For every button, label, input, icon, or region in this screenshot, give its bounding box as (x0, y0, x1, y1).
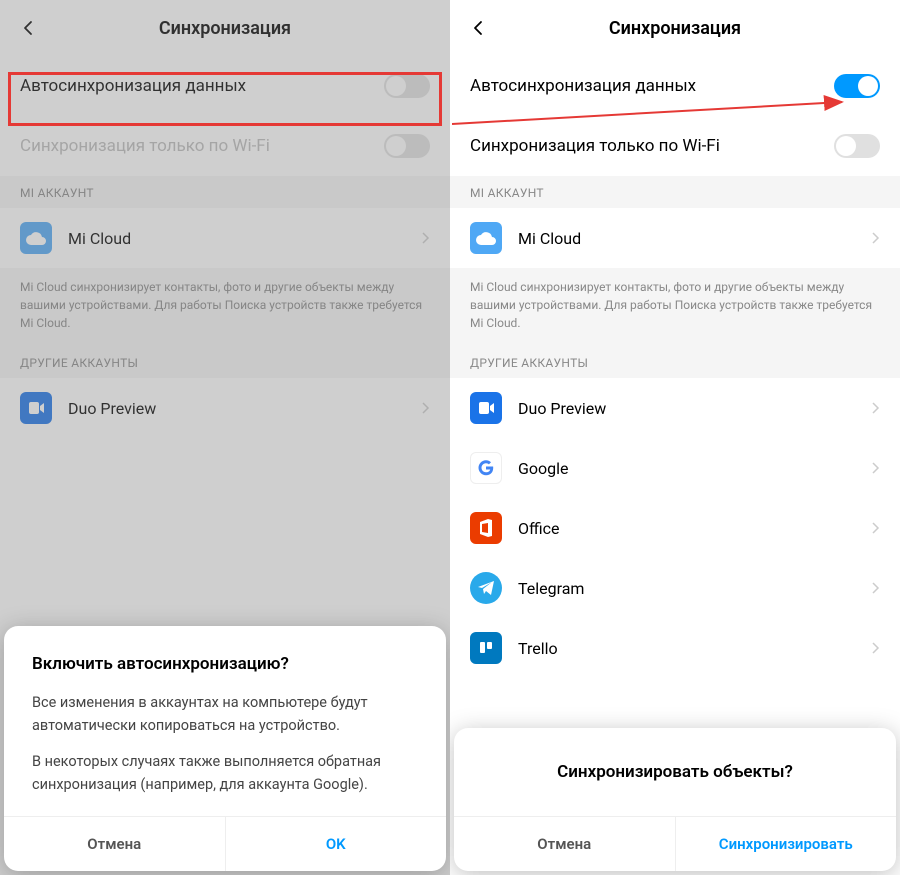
autosync-toggle[interactable] (384, 74, 430, 98)
mi-cloud-description: Mi Cloud синхронизирует контакты, фото и… (450, 268, 900, 346)
wifi-only-label: Синхронизация только по Wi-Fi (20, 136, 384, 156)
sync-button[interactable]: Синхронизировать (675, 817, 897, 871)
wifi-only-label: Синхронизация только по Wi-Fi (470, 136, 834, 156)
toggle-knob (836, 136, 856, 156)
chevron-right-icon (870, 461, 880, 475)
trello-icon (470, 632, 502, 664)
header: Синхронизация (0, 0, 450, 56)
app-label: Duo Preview (68, 399, 420, 418)
section-mi-account: MI АККАУНТ (450, 176, 900, 208)
back-button[interactable] (16, 16, 40, 40)
telegram-icon (470, 572, 502, 604)
cloud-icon (470, 222, 502, 254)
autosync-label: Автосинхронизация данных (20, 76, 384, 96)
duo-item[interactable]: Duo Preview (450, 378, 900, 438)
confirm-autosync-dialog: Включить автосинхронизацию? Все изменени… (4, 626, 446, 871)
chevron-right-icon (870, 401, 880, 415)
mi-cloud-item[interactable]: Mi Cloud (0, 208, 450, 268)
autosync-row[interactable]: Автосинхронизация данных (450, 56, 900, 116)
office-item[interactable]: Office (450, 498, 900, 558)
app-label: Duo Preview (518, 399, 870, 418)
app-label: Google (518, 459, 870, 478)
chevron-right-icon (420, 231, 430, 245)
duo-icon (470, 392, 502, 424)
section-mi-account: MI АККАУНТ (0, 176, 450, 208)
mi-cloud-item[interactable]: Mi Cloud (450, 208, 900, 268)
duo-item[interactable]: Duo Preview (0, 378, 450, 438)
office-icon (470, 512, 502, 544)
section-other-accounts: ДРУГИЕ АККАУНТЫ (450, 346, 900, 378)
autosync-label: Автосинхронизация данных (470, 76, 834, 96)
cloud-icon (20, 222, 52, 254)
app-label: Mi Cloud (518, 229, 870, 248)
sync-objects-dialog: Синхронизировать объекты? Отмена Синхрон… (454, 728, 896, 871)
wifi-only-row: Синхронизация только по Wi-Fi (0, 116, 450, 176)
dialog-title: Синхронизировать объекты? (482, 762, 868, 782)
dialog-title: Включить автосинхронизацию? (32, 654, 418, 674)
duo-icon (20, 392, 52, 424)
app-label: Office (518, 519, 870, 538)
cancel-button[interactable]: Отмена (454, 817, 675, 871)
google-icon (470, 452, 502, 484)
chevron-right-icon (870, 581, 880, 595)
chevron-right-icon (870, 231, 880, 245)
section-other-accounts: ДРУГИЕ АККАУНТЫ (0, 346, 450, 378)
cancel-button[interactable]: Отмена (4, 817, 225, 871)
google-item[interactable]: Google (450, 438, 900, 498)
mi-cloud-description: Mi Cloud синхронизирует контакты, фото и… (0, 268, 450, 346)
ok-button[interactable]: OK (225, 817, 447, 871)
app-label: Mi Cloud (68, 229, 420, 248)
app-label: Telegram (518, 579, 870, 598)
header: Синхронизация (450, 0, 900, 56)
app-label: Trello (518, 639, 870, 658)
autosync-toggle[interactable] (834, 74, 880, 98)
telegram-item[interactable]: Telegram (450, 558, 900, 618)
wifi-only-toggle (384, 134, 430, 158)
autosync-row[interactable]: Автосинхронизация данных (0, 56, 450, 116)
chevron-left-icon (20, 20, 36, 36)
back-button[interactable] (466, 16, 490, 40)
chevron-right-icon (870, 521, 880, 535)
chevron-right-icon (420, 401, 430, 415)
chevron-left-icon (470, 20, 486, 36)
toggle-knob (386, 136, 406, 156)
toggle-knob (386, 76, 406, 96)
page-title: Синхронизация (450, 18, 900, 39)
chevron-right-icon (870, 641, 880, 655)
wifi-only-row[interactable]: Синхронизация только по Wi-Fi (450, 116, 900, 176)
page-title: Синхронизация (0, 18, 450, 39)
dialog-text: Все изменения в аккаунтах на компьютере … (32, 692, 418, 796)
toggle-knob (858, 76, 878, 96)
trello-item[interactable]: Trello (450, 618, 900, 678)
wifi-only-toggle[interactable] (834, 134, 880, 158)
